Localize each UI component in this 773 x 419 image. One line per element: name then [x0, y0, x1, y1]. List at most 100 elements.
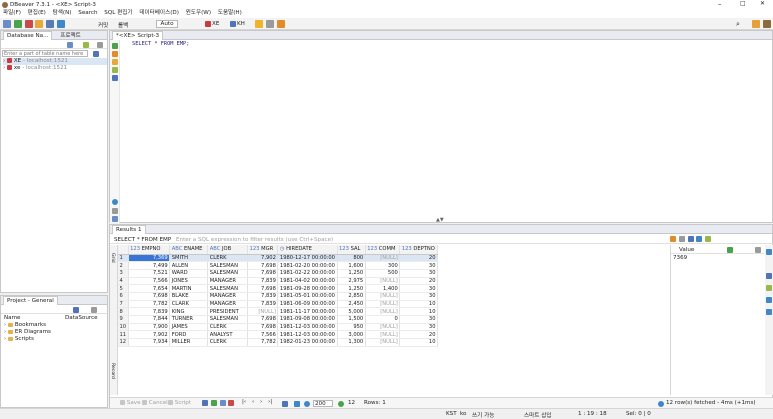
menu-edit[interactable]: 편집(E): [28, 10, 46, 16]
cell-mgr[interactable]: 7,698: [247, 323, 279, 332]
cell-ename[interactable]: CLARK: [169, 300, 209, 309]
cell-hiredate[interactable]: 1981-02-20 00:00:00: [277, 261, 338, 270]
rollback-button[interactable]: 롤백: [118, 21, 128, 29]
col-header-sal[interactable]: 123 SAL: [337, 245, 366, 255]
cell-job[interactable]: SALESMAN: [207, 261, 249, 270]
cell-comm[interactable]: [NULL]: [365, 307, 401, 316]
cell-ename[interactable]: MILLER: [169, 338, 209, 347]
nav-menu-icon[interactable]: [97, 41, 103, 48]
cell-comm[interactable]: [NULL]: [365, 300, 401, 309]
grid-tab[interactable]: Grid: [110, 253, 115, 263]
table-row[interactable]: 6 7,698 BLAKE MANAGER 7,839 1981-05-01 00:00:…: [118, 292, 438, 301]
copy-row-icon[interactable]: [219, 400, 226, 406]
row-number[interactable]: 12: [118, 338, 129, 347]
cell-deptno[interactable]: 30: [399, 292, 438, 301]
cell-mgr[interactable]: [NULL]: [247, 307, 279, 316]
cell-ename[interactable]: JONES: [169, 277, 209, 286]
cell-mgr[interactable]: 7,902: [247, 254, 279, 263]
cell-comm[interactable]: [NULL]: [365, 338, 401, 347]
cell-job[interactable]: MANAGER: [207, 300, 249, 309]
table-row[interactable]: 3 7,521 WARD SALESMAN 7,698 1981-02-22 00:00:…: [118, 269, 438, 278]
cell-comm[interactable]: 300: [365, 261, 401, 270]
pager-last-icon[interactable]: ›|: [268, 399, 272, 405]
execute-script-icon[interactable]: [112, 51, 118, 57]
load-script-icon[interactable]: [112, 67, 118, 73]
cell-sal[interactable]: 2,450: [337, 300, 366, 309]
cell-sal[interactable]: 2,850: [337, 292, 366, 301]
col-header-mgr[interactable]: 123 MGR: [247, 245, 279, 255]
cell-empno[interactable]: 7,698: [128, 292, 171, 301]
project-item-er-diagrams[interactable]: › ER Diagrams: [4, 329, 107, 336]
project-item-bookmarks[interactable]: › Bookmarks: [4, 322, 107, 329]
cell-sal[interactable]: 1,250: [337, 269, 366, 278]
perspective-icon[interactable]: [752, 20, 760, 28]
cell-hiredate[interactable]: 1981-12-03 00:00:00: [277, 323, 338, 332]
active-schema-select[interactable]: KH: [237, 21, 245, 27]
cell-hiredate[interactable]: 1981-11-17 00:00:00: [277, 307, 338, 316]
tree-item-connection-xe-2[interactable]: › xe - localhost:1521: [3, 65, 107, 72]
connect-icon[interactable]: [13, 20, 22, 28]
explain-plan-icon[interactable]: [112, 59, 118, 65]
project-settings-icon[interactable]: [73, 306, 79, 313]
cell-mgr[interactable]: 7,698: [247, 315, 279, 324]
menu-navigate[interactable]: 탐색(N): [53, 10, 72, 16]
row-number[interactable]: 2: [118, 261, 129, 270]
cell-hiredate[interactable]: 1981-04-02 00:00:00: [277, 277, 338, 286]
script-button[interactable]: Script: [168, 400, 191, 406]
close-icon[interactable]: ✕: [760, 0, 765, 7]
cell-ename[interactable]: TURNER: [169, 315, 209, 324]
value-panel-value[interactable]: 7369: [671, 254, 764, 262]
pager-prev-icon[interactable]: ‹: [252, 399, 254, 405]
project-menu-icon[interactable]: [91, 306, 97, 313]
table-filter-input[interactable]: [2, 50, 88, 57]
cell-empno[interactable]: 7,844: [128, 315, 171, 324]
fetch-size-input[interactable]: 200: [313, 399, 333, 407]
cell-comm[interactable]: [NULL]: [365, 277, 401, 286]
cell-comm[interactable]: 0: [365, 315, 401, 324]
cell-deptno[interactable]: 30: [399, 261, 438, 270]
row-number[interactable]: 11: [118, 330, 129, 340]
panel-value-icon[interactable]: [766, 249, 772, 255]
row-number[interactable]: 9: [118, 315, 129, 324]
tree-item-connection-xe[interactable]: › XE - localhost:1521: [3, 58, 107, 65]
menu-file[interactable]: 파일(F): [3, 10, 21, 16]
edit-row-icon[interactable]: [202, 400, 208, 406]
cell-deptno[interactable]: 30: [399, 323, 438, 332]
perspective-db-icon[interactable]: [763, 20, 771, 28]
row-number[interactable]: 1: [118, 254, 129, 263]
disconnect-icon[interactable]: [24, 20, 33, 28]
active-connection-select[interactable]: XE: [212, 21, 219, 27]
commit-button[interactable]: 커밋: [98, 21, 108, 29]
transaction-mode-select[interactable]: Auto: [156, 19, 178, 28]
table-row[interactable]: 1 7,369 SMITH CLERK 7,902 1980-12-17 00:00:00…: [118, 254, 438, 263]
cell-job[interactable]: PRESIDENT: [207, 307, 249, 316]
cell-job[interactable]: CLERK: [207, 323, 249, 332]
save-button[interactable]: Save: [120, 400, 141, 406]
cell-sal[interactable]: 1,600: [337, 261, 366, 270]
results-filter-input[interactable]: Enter a SQL expression to filter results…: [176, 237, 333, 243]
table-row[interactable]: 8 7,839 KING PRESIDENT [NULL] 1981-11-17 00:0…: [118, 307, 438, 316]
row-number[interactable]: 6: [118, 292, 129, 301]
sql-editor-icon[interactable]: [35, 20, 44, 28]
cell-job[interactable]: CLERK: [207, 254, 249, 263]
cell-deptno[interactable]: 10: [399, 307, 438, 316]
cell-ename[interactable]: WARD: [169, 269, 209, 278]
panel-meta-icon[interactable]: [766, 273, 772, 279]
cell-hiredate[interactable]: 1981-05-01 00:00:00: [277, 292, 338, 301]
cell-empno[interactable]: 7,566: [128, 277, 171, 286]
save-script-icon[interactable]: [112, 75, 118, 81]
delete-row-icon[interactable]: [228, 400, 235, 406]
cell-job[interactable]: SALESMAN: [207, 315, 249, 324]
cell-sal[interactable]: 2,975: [337, 277, 366, 286]
cell-deptno[interactable]: 30: [399, 284, 438, 293]
filter-clear-icon[interactable]: [678, 236, 685, 242]
col-header-job[interactable]: ABC JOB: [207, 245, 249, 255]
cell-mgr[interactable]: 7,698: [247, 269, 279, 278]
cell-deptno[interactable]: 30: [399, 315, 438, 324]
pager-first-icon[interactable]: |‹: [242, 399, 246, 405]
row-number[interactable]: 8: [118, 307, 129, 316]
row-number[interactable]: 5: [118, 284, 129, 293]
new-connection-icon[interactable]: [3, 20, 11, 28]
cell-mgr[interactable]: 7,839: [247, 300, 279, 309]
cell-sal[interactable]: 950: [337, 323, 366, 332]
